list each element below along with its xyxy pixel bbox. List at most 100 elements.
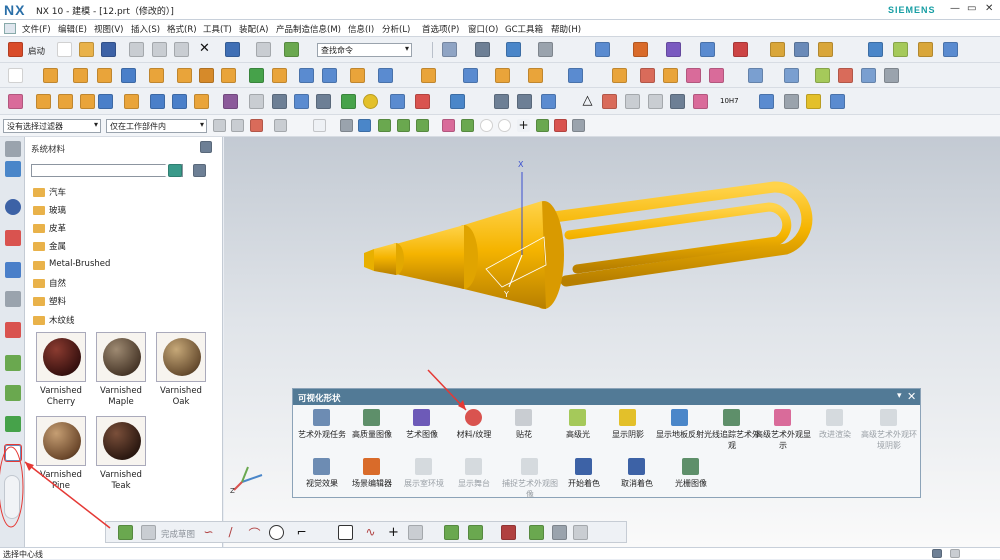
component-icon[interactable] — [818, 42, 833, 57]
quick-trim-icon[interactable] — [444, 525, 459, 540]
snap-mid-icon[interactable] — [397, 119, 410, 132]
constraint-icon[interactable] — [529, 525, 544, 540]
snap-intersect-icon[interactable] — [554, 119, 567, 132]
triangle-icon[interactable]: △ — [580, 94, 595, 109]
subtract-icon[interactable] — [272, 68, 287, 83]
rect-select-icon[interactable] — [313, 119, 326, 132]
edge-blend-icon[interactable] — [421, 68, 436, 83]
surface-icon[interactable] — [748, 68, 763, 83]
start-icon[interactable] — [8, 42, 23, 57]
gc-tool-4-icon[interactable] — [943, 42, 958, 57]
curve-icon[interactable] — [8, 94, 23, 109]
web-browser-icon[interactable] — [5, 291, 21, 307]
wcs-icon[interactable] — [700, 42, 715, 57]
command-search-input[interactable]: 查找命令 — [317, 43, 412, 57]
edit-section-icon[interactable] — [595, 42, 610, 57]
pen-icon[interactable] — [784, 94, 799, 109]
emboss-icon[interactable] — [663, 68, 678, 83]
grid-icon[interactable] — [625, 94, 640, 109]
fullscreen-icon[interactable] — [950, 549, 960, 558]
tape-icon[interactable] — [806, 94, 821, 109]
offset-icon[interactable] — [299, 68, 314, 83]
unite-icon[interactable] — [249, 68, 264, 83]
folder-leather[interactable]: 皮革 — [33, 220, 213, 236]
decal-button[interactable]: 贴花 — [495, 409, 553, 455]
folder-wood-grain[interactable]: 木纹线 — [33, 312, 213, 328]
fillet-icon[interactable]: ⌐ — [294, 525, 309, 540]
menu-edit[interactable]: 编辑(E) — [58, 23, 87, 35]
split-body-icon[interactable] — [528, 68, 543, 83]
type-filter-select[interactable]: 没有选择过滤器 — [3, 119, 101, 133]
dialog-close-icon[interactable]: ✕ — [907, 390, 916, 403]
point-set-icon[interactable] — [494, 94, 509, 109]
gc-tool-1-icon[interactable] — [868, 42, 883, 57]
menu-help[interactable]: 帮助(H) — [551, 23, 581, 35]
trim-body-icon[interactable] — [495, 68, 510, 83]
save-icon[interactable] — [101, 42, 116, 57]
extend-icon[interactable] — [861, 68, 876, 83]
menu-file[interactable]: 文件(F) — [22, 23, 51, 35]
system-materials-icon[interactable] — [4, 444, 22, 462]
profile-icon[interactable]: ∽ — [201, 525, 216, 540]
assembly-icon[interactable] — [770, 42, 785, 57]
tolerance-icon[interactable]: 10H7 — [720, 94, 739, 109]
link-icon[interactable] — [316, 94, 331, 109]
material-varnished-cherry[interactable]: Varnished Cherry — [35, 332, 87, 410]
process-studio-icon[interactable] — [5, 385, 21, 401]
menu-analysis[interactable]: 分析(L) — [382, 23, 410, 35]
background-icon[interactable] — [538, 42, 553, 57]
curve-rule-icon[interactable] — [274, 119, 287, 132]
sphere-icon[interactable] — [363, 94, 378, 109]
through-curves-icon[interactable] — [784, 68, 799, 83]
reuse-library-icon[interactable] — [5, 230, 21, 246]
refresh-icon[interactable] — [168, 164, 182, 177]
settings-gear-icon[interactable] — [5, 141, 21, 157]
material-varnished-teak[interactable]: Varnished Teak — [95, 416, 147, 494]
raster-image-button[interactable]: 光栅图像 — [662, 458, 720, 504]
ambient-occlusion-button[interactable]: 高级艺术外观环境阴影 — [860, 409, 918, 455]
redo-icon[interactable] — [256, 42, 271, 57]
close-button[interactable]: ✕ — [985, 3, 993, 14]
hd3d-tools-icon[interactable] — [5, 262, 21, 278]
sew-icon[interactable] — [838, 68, 853, 83]
move-object-icon[interactable] — [666, 42, 681, 57]
menu-insert[interactable]: 插入(S) — [131, 23, 160, 35]
material-varnished-pine[interactable]: Varnished Pine — [35, 416, 87, 494]
replace-face-icon[interactable] — [709, 68, 724, 83]
snap-line-icon[interactable] — [416, 119, 429, 132]
fastener-icon[interactable] — [759, 94, 774, 109]
start-button[interactable]: 启动 — [28, 45, 45, 57]
hole-icon[interactable] — [149, 68, 164, 83]
rib-icon[interactable] — [194, 94, 209, 109]
quick-extend-icon[interactable] — [468, 525, 483, 540]
revolve-icon[interactable] — [73, 68, 88, 83]
pin-icon[interactable] — [200, 141, 212, 153]
snap-center-icon[interactable] — [480, 119, 493, 132]
finish-sketch-icon[interactable] — [118, 525, 133, 540]
draft-icon[interactable] — [378, 68, 393, 83]
more-surface-icon[interactable] — [884, 68, 899, 83]
new-file-icon[interactable] — [57, 42, 72, 57]
command-finder-icon[interactable] — [284, 42, 299, 57]
check-icon[interactable] — [341, 94, 356, 109]
menu-gc-toolbox[interactable]: GC工具箱 — [505, 23, 543, 35]
section-icon[interactable] — [390, 94, 405, 109]
restore-button[interactable]: ▭ — [967, 3, 976, 14]
show-hide-icon[interactable] — [633, 42, 648, 57]
cancel-shading-button[interactable]: 取消着色 — [608, 458, 666, 504]
rectangle-icon[interactable] — [338, 525, 353, 540]
make-corner-icon[interactable] — [501, 525, 516, 540]
pad-icon[interactable] — [80, 94, 95, 109]
csv-import-icon[interactable] — [223, 94, 238, 109]
menu-assembly[interactable]: 装配(A) — [239, 23, 268, 35]
paste-icon[interactable] — [174, 42, 189, 57]
snap-point-icon[interactable] — [250, 119, 263, 132]
folder-metal[interactable]: 金属 — [33, 238, 213, 254]
pattern-icon[interactable] — [221, 68, 236, 83]
copy-icon[interactable] — [152, 42, 167, 57]
manufacturing-wizard-icon[interactable] — [5, 416, 21, 432]
menu-preferences[interactable]: 首选项(P) — [422, 23, 459, 35]
tool-icon[interactable] — [830, 94, 845, 109]
snap-end-icon[interactable] — [378, 119, 391, 132]
datum-plane-icon[interactable] — [568, 68, 583, 83]
